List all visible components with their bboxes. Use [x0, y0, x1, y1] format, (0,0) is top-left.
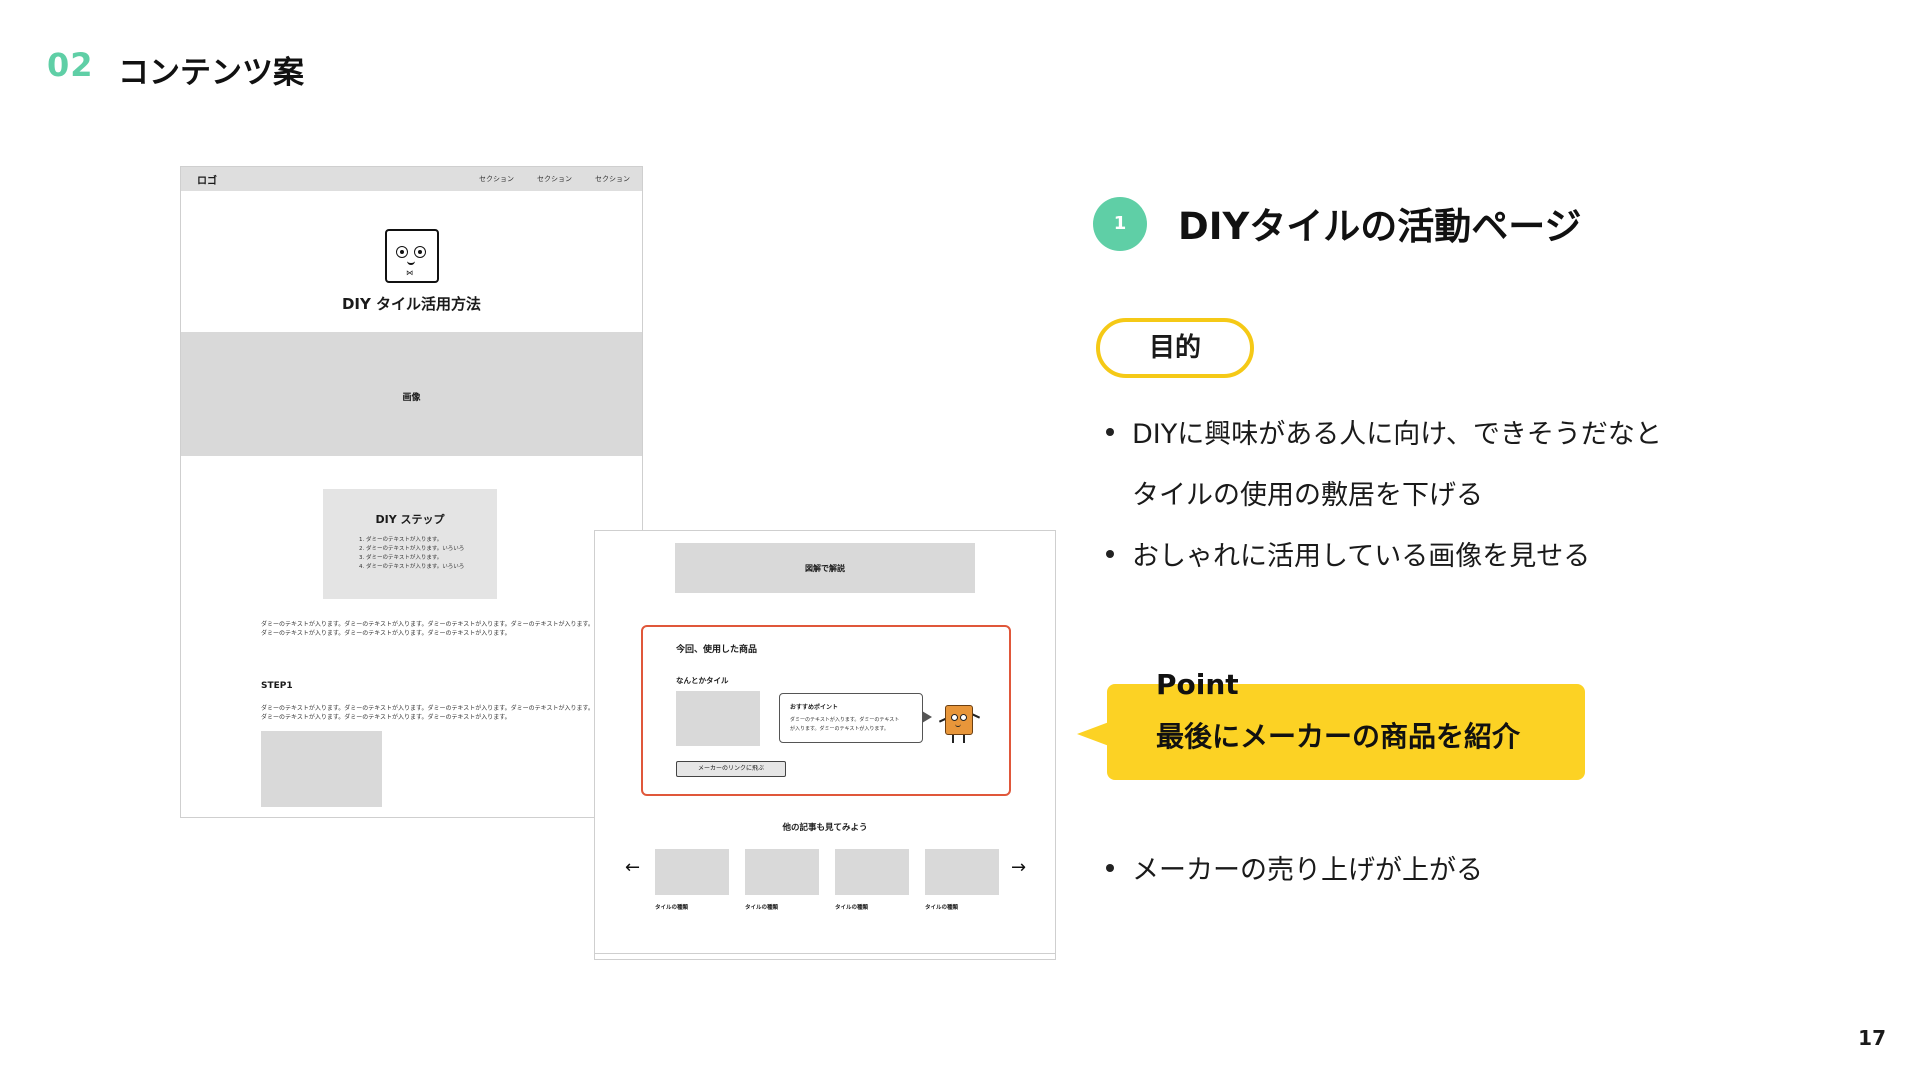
article-card-label: タイルの種類	[655, 905, 689, 911]
wireframe-hero-image: 画像	[181, 332, 642, 456]
face-mouth	[407, 259, 415, 265]
wireframe-logo: ロゴ	[197, 176, 217, 187]
bubble-text-line: が入ります。ダミーのテキストが入ります。	[790, 726, 889, 732]
maker-link-button[interactable]: メーカーのリンクに飛ぶ	[676, 761, 786, 777]
diy-step-line: 4. ダミーのテキストが入ります。いろいろ	[359, 564, 465, 570]
character-arm-right	[971, 713, 981, 719]
point-label: Point	[1156, 668, 1239, 701]
step1-image-placeholder	[261, 731, 382, 807]
diy-step-line: 1. ダミーのテキストが入ります。	[359, 537, 443, 543]
step1-text-line: ダミーのテキストが入ります。ダミーのテキストが入ります。ダミーのテキストが入りま…	[261, 714, 511, 721]
face-bowtie: ⋈	[406, 269, 413, 277]
diy-step-title: DIY ステップ	[375, 513, 445, 526]
article-card[interactable]	[925, 849, 999, 895]
intro-text-line: ダミーのテキストが入ります。ダミーのテキストが入ります。ダミーのテキストが入りま…	[261, 621, 594, 628]
diy-step-box: DIY ステップ 1. ダミーのテキストが入ります。 2. ダミーのテキストが入…	[323, 489, 497, 599]
purpose-label: 目的	[1096, 318, 1254, 378]
character-leg-left	[952, 735, 954, 743]
article-card-label: タイルの種類	[745, 905, 779, 911]
face-eye-right	[414, 246, 426, 258]
wireframe-nav-item: セクション	[537, 175, 572, 183]
point-text: 最後にメーカーの商品を紹介	[1156, 720, 1521, 753]
step1-heading: STEP1	[261, 681, 293, 691]
point-callout-tail	[1077, 722, 1109, 746]
wireframe-top-page: ロゴ セクション セクション セクション ⋈ DIY タイル活用方法 画像 DI…	[180, 166, 643, 818]
wireframe-nav-item: セクション	[479, 175, 514, 183]
purpose-bullet-text: タイルの使用の敷居を下げる	[1132, 480, 1483, 511]
step1-text-line: ダミーのテキストが入ります。ダミーのテキストが入ります。ダミーのテキストが入りま…	[261, 705, 594, 712]
article-card[interactable]	[655, 849, 729, 895]
product-section-title: 今回、使用した商品	[676, 645, 758, 655]
bullet-icon	[1106, 550, 1114, 558]
product-name: なんとかタイル	[676, 676, 729, 685]
page-number: 17	[1858, 1026, 1886, 1050]
hero-image-label: 画像	[402, 393, 421, 403]
wireframe-nav-bar: ロゴ セクション セクション セクション	[181, 167, 642, 191]
product-image-placeholder	[676, 691, 760, 746]
section-title: コンテンツ案	[118, 55, 304, 91]
result-bullet-text: メーカーの売り上げが上がる	[1132, 855, 1483, 886]
bubble-title: おすすめポイント	[790, 704, 839, 711]
diagram-banner-label: 図解で解説	[805, 564, 845, 573]
diagram-banner: 図解で解説	[675, 543, 975, 593]
face-eye-left	[396, 246, 408, 258]
bullet-icon	[1106, 864, 1114, 872]
bullet-icon	[1106, 428, 1114, 436]
character-leg-right	[963, 735, 965, 743]
bubble-tail	[922, 711, 932, 723]
article-card-label: タイルの種類	[925, 905, 959, 911]
tile-character-icon	[945, 705, 973, 735]
divider	[595, 953, 1055, 954]
arrow-left-icon[interactable]: ←	[625, 857, 640, 878]
arrow-right-icon[interactable]: →	[1011, 857, 1026, 878]
wireframe-nav-item: セクション	[595, 175, 630, 183]
purpose-bullet-text: おしゃれに活用している画像を見せる	[1132, 541, 1591, 572]
article-card[interactable]	[835, 849, 909, 895]
box-face-icon: ⋈	[385, 229, 439, 283]
wireframe-title: DIY タイル活用方法	[341, 295, 482, 313]
item-number-badge: 1	[1093, 197, 1147, 251]
diy-step-line: 3. ダミーのテキストが入ります。	[359, 555, 443, 561]
intro-text-line: ダミーのテキストが入ります。ダミーのテキストが入ります。ダミーのテキストが入りま…	[261, 630, 511, 637]
recommend-speech-bubble: おすすめポイント ダミーのテキストが入ります。ダミーのテキスト が入ります。ダミ…	[779, 693, 923, 743]
bubble-text-line: ダミーのテキストが入ります。ダミーのテキスト	[790, 717, 900, 723]
section-number: 02	[47, 46, 94, 84]
article-card[interactable]	[745, 849, 819, 895]
wireframe-bottom-page: 図解で解説 今回、使用した商品 なんとかタイル おすすめポイント ダミーのテキス…	[594, 530, 1056, 960]
page-title: DIYタイルの活動ページ	[1178, 205, 1582, 248]
product-section: 今回、使用した商品 なんとかタイル おすすめポイント ダミーのテキストが入ります…	[641, 625, 1011, 796]
purpose-bullet-text: DIYに興味がある人に向け、できそうだなと	[1132, 419, 1662, 450]
article-card-label: タイルの種類	[835, 905, 869, 911]
other-articles-heading: 他の記事も見てみよう	[782, 823, 868, 833]
diy-step-line: 2. ダミーのテキストが入ります。いろいろ	[359, 546, 465, 552]
